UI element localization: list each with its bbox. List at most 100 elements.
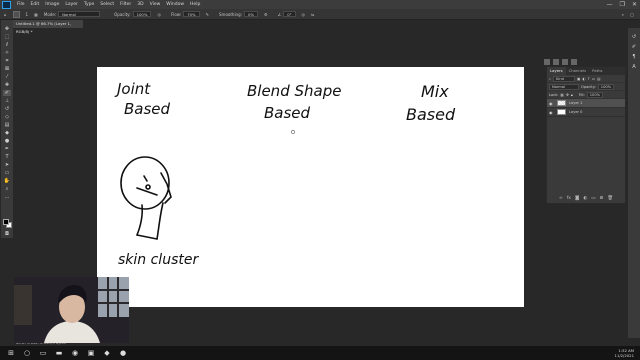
smoothing-input[interactable]: 0% <box>243 11 259 17</box>
search-icon[interactable]: ○ <box>22 348 32 358</box>
menu-type[interactable]: Type <box>84 2 94 7</box>
brush-settings-icon[interactable]: ▦ <box>34 12 38 17</box>
opacity-input[interactable]: 100% <box>132 11 152 17</box>
more-tools-icon[interactable]: … <box>3 194 11 200</box>
airbrush-icon[interactable]: ✎ <box>206 12 209 17</box>
dodge-tool-icon[interactable]: ● <box>3 138 11 144</box>
menu-window[interactable]: Window <box>166 2 184 7</box>
pressure-opacity-icon[interactable]: ◎ <box>157 12 161 17</box>
layer-row-layer-1[interactable]: ◉ Layer 1 <box>547 99 625 108</box>
brush-tool-icon[interactable]: ✐ <box>3 90 11 96</box>
app-taskbar-icon[interactable]: ◆ <box>102 348 112 358</box>
brush-tool-preset[interactable] <box>12 10 20 18</box>
properties-panel-icon[interactable] <box>571 59 577 65</box>
delete-layer-icon[interactable]: 🗑︎ <box>607 196 613 201</box>
filter-kind-select[interactable]: Kind <box>553 75 576 82</box>
photoshop-logo-icon[interactable] <box>2 0 11 9</box>
tab-layers[interactable]: Layers <box>547 67 566 75</box>
gradient-tool-icon[interactable]: ▤ <box>3 122 11 128</box>
adjustment-layer-icon[interactable]: ◐ <box>583 196 587 201</box>
lasso-tool-icon[interactable]: ℓ <box>3 42 11 48</box>
add-mask-icon[interactable]: ◙ <box>575 196 579 201</box>
fill-input[interactable]: 100% <box>586 91 604 98</box>
zoom-tool-icon[interactable]: ⌕ <box>3 186 11 192</box>
task-view-icon[interactable]: ▭ <box>38 348 48 358</box>
foreground-color-swatch[interactable] <box>3 219 9 225</box>
menu-3d[interactable]: 3D <box>137 2 143 7</box>
history-panel-icon[interactable]: ↺ <box>631 34 637 40</box>
eyedropper-tool-icon[interactable]: ⁄ <box>3 74 11 80</box>
pressure-size-icon[interactable]: ◎ <box>302 12 306 17</box>
symmetry-icon[interactable]: ⇋ <box>311 12 314 17</box>
swatches-panel-icon[interactable] <box>553 59 559 65</box>
brush-size[interactable]: 1 <box>26 12 29 17</box>
restore-icon[interactable]: ❐ <box>620 1 625 8</box>
path-selection-tool-icon[interactable]: ➤ <box>3 162 11 168</box>
menu-filter[interactable]: Filter <box>120 2 131 7</box>
layer-opacity-input[interactable]: 100% <box>597 83 615 90</box>
visibility-eye-icon[interactable]: ◉ <box>549 101 554 106</box>
lock-all-icon[interactable]: 🔒︎ <box>571 93 573 97</box>
quick-select-tool-icon[interactable]: ✧ <box>3 50 11 56</box>
app-taskbar-icon-2[interactable]: ● <box>118 348 128 358</box>
menu-image[interactable]: Image <box>45 2 59 7</box>
minimize-icon[interactable]: — <box>607 1 613 8</box>
quick-mask-icon[interactable]: ◘ <box>3 231 11 237</box>
menu-select[interactable]: Select <box>100 2 114 7</box>
filter-adjust-icon[interactable]: ◐ <box>582 77 585 81</box>
tab-channels[interactable]: Channels <box>566 67 590 75</box>
browser-icon[interactable]: ◉ <box>70 348 80 358</box>
tab-paths[interactable]: Paths <box>589 67 605 75</box>
mode-select[interactable]: Normal <box>58 11 101 17</box>
menu-help[interactable]: Help <box>190 2 200 7</box>
history-brush-tool-icon[interactable]: ↺ <box>3 106 11 112</box>
layer-row-layer-0[interactable]: ◉ Layer 0 <box>547 108 625 117</box>
frame-tool-icon[interactable]: ⊠ <box>3 66 11 72</box>
filter-smart-icon[interactable]: ▤ <box>597 77 600 81</box>
paragraph-panel-icon[interactable]: ¶ <box>631 54 637 60</box>
eraser-tool-icon[interactable]: ◇ <box>3 114 11 120</box>
menu-file[interactable]: File <box>17 2 25 7</box>
filter-shape-icon[interactable]: ▭ <box>592 77 595 81</box>
filter-type-icon[interactable]: T <box>588 77 590 81</box>
smoothing-settings-icon[interactable]: ⚙ <box>264 12 268 17</box>
character-panel-icon[interactable]: A <box>631 64 637 70</box>
crop-tool-icon[interactable]: ⌗ <box>3 58 11 64</box>
document-tab[interactable]: Untitled-1 @ 66.7% (Layer 1, RGB/8) * <box>13 20 83 34</box>
angle-input[interactable]: 0° <box>283 11 296 17</box>
lock-move-icon[interactable]: ✥ <box>566 93 569 97</box>
visibility-eye-icon[interactable]: ◉ <box>549 110 554 115</box>
brushes-panel-icon[interactable]: ✐ <box>631 44 637 50</box>
color-panel-icon[interactable] <box>544 59 550 65</box>
blend-mode-select[interactable]: Normal <box>549 83 579 90</box>
menu-edit[interactable]: Edit <box>31 2 40 7</box>
home-icon[interactable]: ⌂ <box>4 12 7 17</box>
rectangle-tool-icon[interactable]: ▭ <box>3 170 11 176</box>
move-tool-icon[interactable]: ✥ <box>3 26 11 32</box>
blur-tool-icon[interactable]: ◆ <box>3 130 11 136</box>
menu-layer[interactable]: Layer <box>65 2 78 7</box>
pen-tool-icon[interactable]: ✒ <box>3 146 11 152</box>
type-tool-icon[interactable]: T <box>3 154 11 160</box>
link-layers-icon[interactable]: ∞ <box>559 196 563 201</box>
clone-stamp-tool-icon[interactable]: ⊥ <box>3 98 11 104</box>
system-clock[interactable]: 1:52 AM 11/2/2021 <box>615 348 634 358</box>
adjustments-panel-icon[interactable] <box>562 59 568 65</box>
close-icon[interactable]: ✕ <box>632 1 637 8</box>
marquee-tool-icon[interactable]: ⬚ <box>3 34 11 40</box>
photoshop-taskbar-icon[interactable]: ▣ <box>86 348 96 358</box>
new-group-icon[interactable]: ▭ <box>591 196 595 201</box>
document-canvas[interactable]: Joint Based Blend Shape Based Mix Based … <box>97 67 524 307</box>
healing-brush-tool-icon[interactable]: ✚ <box>3 82 11 88</box>
search-icon[interactable]: ⌕ <box>622 12 624 17</box>
lock-pixels-icon[interactable]: ▦ <box>560 93 563 97</box>
menu-view[interactable]: View <box>150 2 161 7</box>
layer-style-icon[interactable]: fx <box>567 196 571 201</box>
hand-tool-icon[interactable]: ✋ <box>3 178 11 184</box>
file-explorer-icon[interactable]: ▬ <box>54 348 64 358</box>
filter-pixel-icon[interactable]: ▣ <box>577 77 580 81</box>
windows-start-icon[interactable]: ⊞ <box>6 348 16 358</box>
new-layer-icon[interactable]: ⊞ <box>600 196 604 201</box>
flow-input[interactable]: 70% <box>183 11 200 17</box>
workspace-icon[interactable]: ▢ <box>630 12 634 17</box>
